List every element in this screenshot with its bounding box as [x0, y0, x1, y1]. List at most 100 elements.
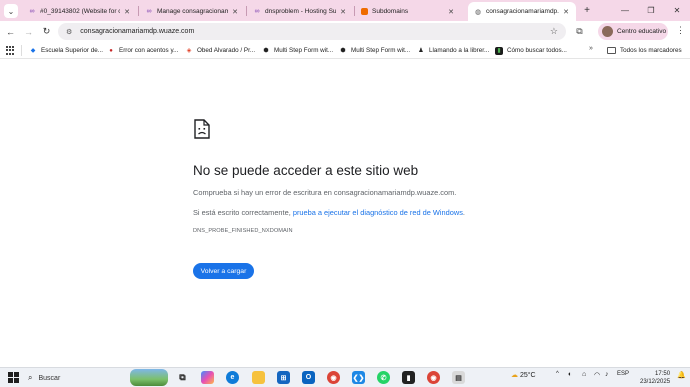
- close-icon[interactable]: ✕: [231, 8, 239, 16]
- copilot-icon[interactable]: [201, 371, 214, 384]
- bookmark-star-icon[interactable]: ☆: [550, 26, 558, 37]
- clock[interactable]: 17:50 23/12/2025: [640, 370, 670, 386]
- chevron-down-icon: ⌄: [7, 6, 15, 16]
- bookmark-item[interactable]: ◆ Escuela Superior de...: [29, 44, 103, 57]
- tab-strip: ⌄ ∞ #0_39143802 (Website for c... ✕ ∞ Ma…: [0, 0, 690, 21]
- search-highlight-image[interactable]: [130, 369, 168, 386]
- all-bookmarks-label: Todos los marcadores: [620, 47, 682, 54]
- close-icon: ✕: [673, 6, 681, 15]
- reload-icon: ↻: [42, 26, 51, 36]
- language-indicator[interactable]: ESP: [617, 371, 629, 377]
- profile-button[interactable]: Centro educativo: [598, 23, 668, 40]
- tab-2[interactable]: ∞ Manage consagracionamariar... ✕: [139, 2, 245, 21]
- extensions-icon[interactable]: ⧉: [573, 25, 586, 38]
- tab-title: consagracionamariamdp.wuaz...: [486, 8, 559, 15]
- bookmark-item[interactable]: ● Error con acentos y...: [107, 44, 178, 57]
- file-explorer-icon[interactable]: [252, 371, 265, 384]
- link-icon: ∞: [254, 8, 260, 15]
- reload-button[interactable]: ↻: [40, 25, 53, 38]
- clock-date: 23/12/2025: [640, 379, 671, 385]
- error-title: No se puede acceder a este sitio web: [193, 163, 419, 178]
- apps-grid-icon[interactable]: [6, 46, 15, 55]
- minimize-button[interactable]: —: [612, 2, 638, 19]
- menu-kebab-icon[interactable]: ⋮: [676, 25, 685, 36]
- bookmarks-overflow-button[interactable]: »: [589, 45, 593, 52]
- error-code: DNS_PROBE_FINISHED_NXDOMAIN: [193, 228, 293, 234]
- url-text[interactable]: consagracionamariamdp.wuaze.com: [80, 28, 194, 35]
- vscode-icon[interactable]: ❮❯: [352, 371, 365, 384]
- diagnostics-link[interactable]: prueba a ejecutar el diagnóstico de red …: [293, 208, 463, 217]
- bookmark-item[interactable]: ◈ Obed Alvarado / Pr...: [185, 44, 255, 57]
- bookmark-label: Error con acentos y...: [119, 47, 179, 54]
- close-icon[interactable]: ✕: [562, 8, 570, 16]
- codepen-icon: ⬢: [263, 48, 269, 54]
- terminal-icon[interactable]: ▮: [402, 371, 415, 384]
- tray-chevron-icon[interactable]: ^: [556, 371, 559, 377]
- chrome-icon[interactable]: ◉: [327, 371, 340, 384]
- bookmarks-divider: [21, 45, 22, 56]
- store-icon[interactable]: ⊞: [277, 371, 290, 384]
- search-icon: ⌕: [28, 373, 33, 382]
- bookmark-label: Multi Step Form wit...: [351, 47, 411, 54]
- bookmark-item[interactable]: ♟ Llamando a la librer...: [417, 44, 489, 57]
- tray-app-icon[interactable]: ◐: [568, 371, 572, 378]
- outlook-icon[interactable]: O: [302, 371, 315, 384]
- codepen-icon: ⬢: [340, 48, 346, 54]
- sad-document-icon: [194, 119, 210, 139]
- reload-page-button[interactable]: Volver a cargar: [193, 263, 254, 279]
- tab-title: Manage consagracionamariar...: [157, 8, 228, 15]
- maximize-button[interactable]: ❐: [638, 2, 664, 19]
- restore-icon: ❐: [647, 6, 655, 15]
- orange-square-icon: [361, 8, 368, 15]
- error-suggestion-diagnostics: Si está escrito correctamente, prueba a …: [193, 208, 465, 217]
- circle-red-icon: ●: [109, 47, 113, 54]
- tab-title: dnsproblem - Hosting Suppo...: [265, 8, 336, 15]
- error-text: .: [462, 208, 465, 217]
- bookmark-item[interactable]: ⬢ Multi Step Form wit...: [262, 44, 333, 57]
- chrome-profile-icon[interactable]: ◉: [427, 371, 440, 384]
- new-tab-button[interactable]: +: [581, 4, 593, 16]
- taskbar-search[interactable]: ⌕ Buscar: [28, 371, 128, 385]
- person-icon: ♟: [418, 48, 424, 54]
- bookmark-label: Llamando a la librer...: [429, 47, 490, 54]
- app-icon[interactable]: ▤: [452, 371, 465, 384]
- bookmark-label: Escuela Superior de...: [41, 47, 103, 54]
- avatar: [602, 26, 613, 37]
- address-bar[interactable]: ⚙ consagracionamariamdp.wuaze.com ☆: [58, 23, 566, 40]
- cloud-sun-icon: ☁: [511, 372, 518, 379]
- bookmark-item[interactable]: ▮ Cómo buscar todos...: [495, 44, 567, 57]
- close-icon[interactable]: ✕: [447, 8, 455, 16]
- network-icon[interactable]: ⌂: [582, 371, 586, 378]
- all-bookmarks-button[interactable]: Todos los marcadores: [607, 44, 682, 57]
- tab-search-button[interactable]: ⌄: [4, 4, 18, 18]
- globe-icon: ◍: [474, 8, 482, 16]
- link-icon: ∞: [29, 8, 35, 15]
- tab-3[interactable]: ∞ dnsproblem - Hosting Suppo... ✕: [247, 2, 353, 21]
- tab-1[interactable]: ∞ #0_39143802 (Website for c... ✕: [22, 2, 137, 21]
- forward-button[interactable]: →: [22, 25, 35, 38]
- tab-5-active[interactable]: ◍ consagracionamariamdp.wuaz... ✕: [468, 2, 576, 21]
- volume-icon[interactable]: ♪: [605, 371, 609, 378]
- site-info-icon[interactable]: ⚙: [66, 28, 72, 36]
- terminal-icon: ▮: [495, 46, 503, 55]
- folder-icon: [607, 47, 616, 54]
- close-window-button[interactable]: ✕: [664, 2, 690, 19]
- close-icon[interactable]: ✕: [123, 8, 131, 16]
- windows-taskbar: ⌕ Buscar ⧉ e ⊞ O ◉ ❮❯ ✆ ▮ ◉ ▤ ☁ 25°C ^ ◐…: [0, 367, 690, 387]
- start-button[interactable]: [8, 372, 19, 383]
- error-suggestion-typo: Comprueba si hay un error de escritura e…: [193, 188, 457, 197]
- weather-widget[interactable]: ☁ 25°C: [511, 371, 536, 379]
- gitlab-icon: ◈: [186, 48, 192, 54]
- notification-bell-icon[interactable]: 🔔: [677, 371, 686, 379]
- tab-4[interactable]: Subdomains ✕: [355, 2, 461, 21]
- error-page: No se puede acceder a este sitio web Com…: [0, 59, 690, 367]
- edge-icon[interactable]: e: [226, 371, 239, 384]
- close-icon[interactable]: ✕: [339, 8, 347, 16]
- task-view-icon[interactable]: ⧉: [176, 371, 189, 384]
- error-text: Si está escrito correctamente,: [193, 208, 293, 217]
- back-button[interactable]: ←: [4, 25, 17, 38]
- bookmark-item[interactable]: ⬢ Multi Step Form wit...: [339, 44, 410, 57]
- profile-label: Centro educativo: [617, 28, 667, 35]
- wifi-icon[interactable]: ◠: [594, 371, 600, 379]
- whatsapp-icon[interactable]: ✆: [377, 371, 390, 384]
